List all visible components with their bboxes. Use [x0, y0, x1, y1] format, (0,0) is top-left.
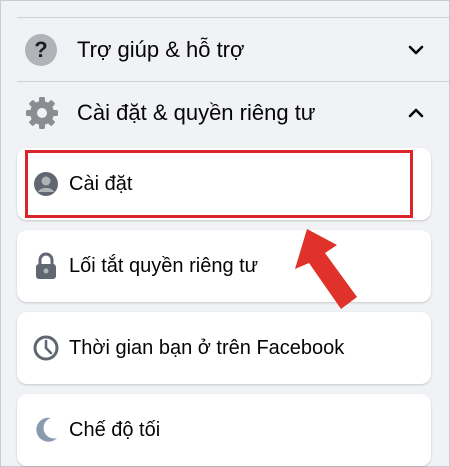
- lock-icon: [33, 252, 59, 279]
- question-mark-icon: ?: [25, 34, 57, 66]
- gear-icon: [24, 95, 60, 131]
- chevron-down-icon[interactable]: [405, 39, 427, 61]
- clock-icon: [33, 335, 59, 361]
- help-support-row[interactable]: ? Trợ giúp & hỗ trợ: [1, 21, 449, 79]
- highlight-box: [25, 150, 413, 218]
- chevron-up-icon[interactable]: [405, 102, 427, 124]
- settings-privacy-label: Cài đặt & quyền riêng tư: [77, 100, 316, 125]
- privacy-shortcuts-label: Lối tắt quyền riêng tư: [69, 254, 259, 277]
- help-support-label: Trợ giúp & hỗ trợ: [77, 37, 245, 62]
- settings-privacy-row[interactable]: Cài đặt & quyền riêng tư: [1, 85, 449, 141]
- dark-mode-item[interactable]: Chế độ tối: [17, 394, 431, 466]
- moon-icon: [33, 417, 59, 443]
- time-on-facebook-label: Thời gian bạn ở trên Facebook: [69, 336, 345, 359]
- privacy-shortcuts-item[interactable]: Lối tắt quyền riêng tư: [17, 230, 431, 302]
- pointer-arrow-icon: [287, 223, 367, 320]
- dark-mode-label: Chế độ tối: [69, 418, 161, 441]
- section-divider: [17, 81, 449, 82]
- time-on-facebook-item[interactable]: Thời gian bạn ở trên Facebook: [17, 312, 431, 384]
- top-divider: [17, 17, 449, 18]
